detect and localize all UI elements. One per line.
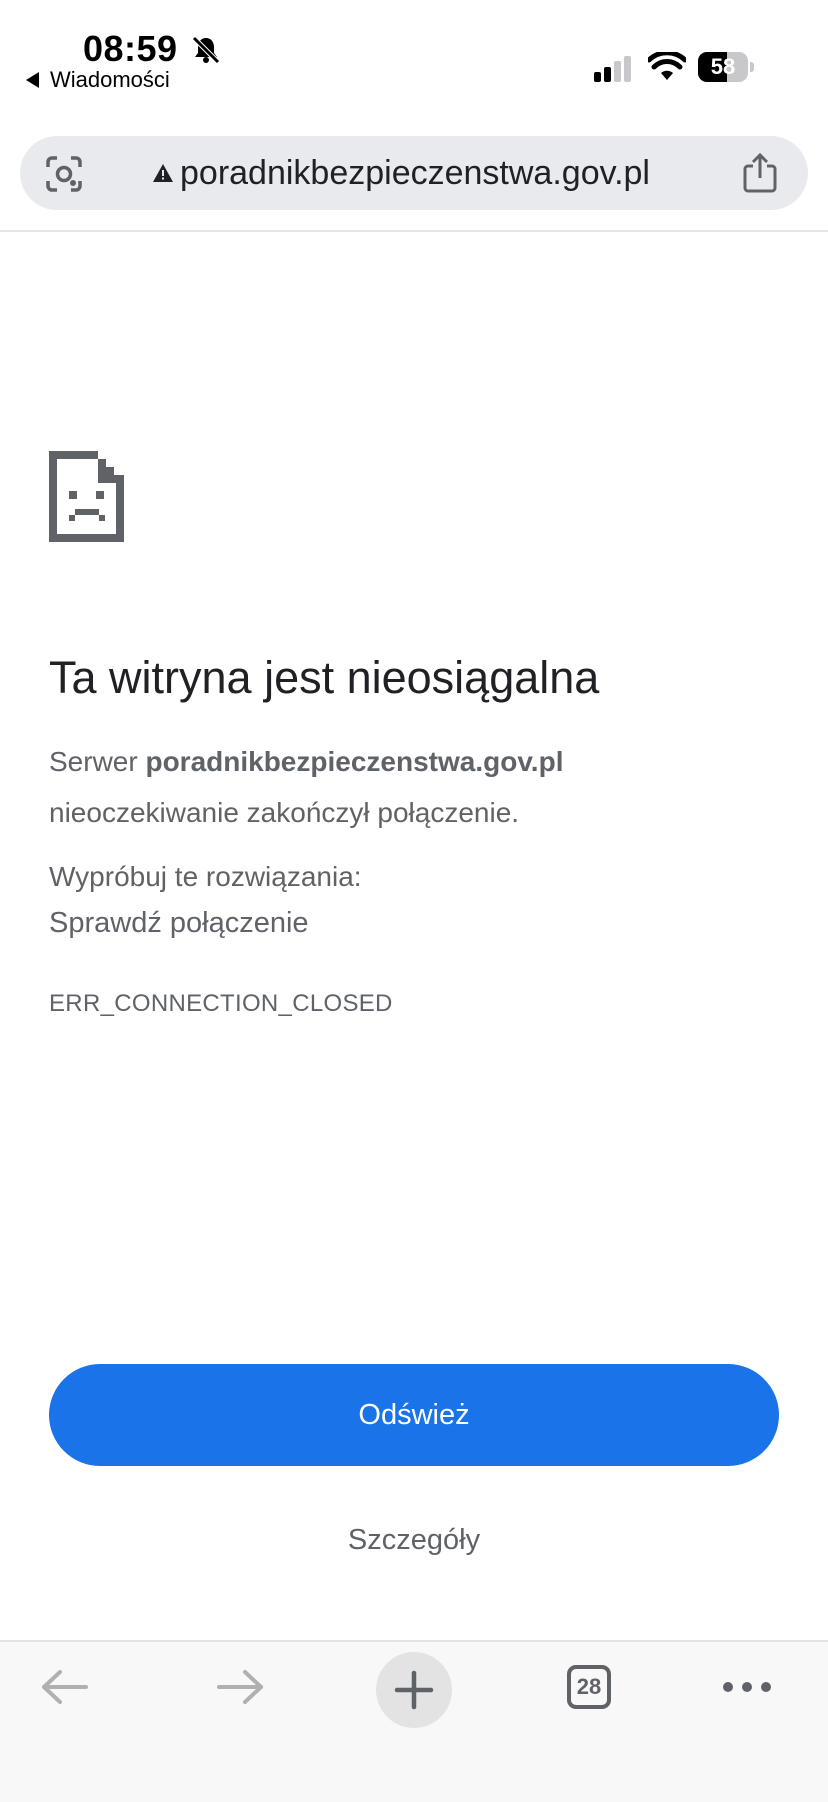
status-time: 08:59 <box>83 28 178 69</box>
tab-switcher-button[interactable]: 28 <box>554 1642 624 1732</box>
back-triangle-icon <box>26 72 39 88</box>
status-bar: 08:59 Wiadomości 58 <box>0 0 828 120</box>
battery-percent: 58 <box>710 54 736 79</box>
bell-slash-icon <box>192 36 220 64</box>
more-icon <box>723 1682 771 1692</box>
try-label: Wypróbuj te rozwiązania: <box>49 861 362 892</box>
new-tab-button[interactable] <box>376 1652 452 1728</box>
lens-icon[interactable] <box>44 154 84 194</box>
more-menu-button[interactable] <box>712 1642 782 1732</box>
tabs-icon: 28 <box>567 1665 611 1709</box>
forward-arrow-icon <box>217 1670 263 1704</box>
back-app-label: Wiadomości <box>50 67 170 92</box>
warning-icon[interactable] <box>152 162 174 184</box>
back-to-app-link[interactable]: Wiadomości <box>26 67 170 93</box>
server-prefix: Serwer <box>49 746 146 777</box>
bottom-toolbar: 28 <box>0 1640 828 1802</box>
back-button[interactable] <box>30 1642 100 1732</box>
suggestion-check-connection: Sprawdź połączenie <box>49 907 309 939</box>
details-button[interactable]: Szczegóły <box>0 1524 828 1557</box>
error-message-line2: nieoczekiwanie zakończył połączenie. <box>49 797 520 828</box>
back-arrow-icon <box>42 1670 88 1704</box>
battery-icon: 58 <box>698 52 756 82</box>
error-message-line1: Serwer poradnikbezpieczenstwa.gov.pl <box>49 746 563 778</box>
url-text[interactable]: poradnikbezpieczenstwa.gov.pl <box>180 154 650 193</box>
refresh-button[interactable]: Odśwież <box>49 1364 779 1466</box>
error-code: ERR_CONNECTION_CLOSED <box>49 990 393 1017</box>
address-bar[interactable]: poradnikbezpieczenstwa.gov.pl <box>20 136 808 210</box>
forward-button[interactable] <box>205 1642 275 1732</box>
share-icon[interactable] <box>740 152 780 194</box>
plus-icon <box>394 1670 434 1710</box>
wifi-icon <box>648 52 686 80</box>
error-title: Ta witryna jest nieosiągalna <box>49 652 600 703</box>
sad-page-icon <box>49 451 124 542</box>
signal-icon <box>594 56 631 82</box>
address-divider <box>0 230 828 232</box>
server-host: poradnikbezpieczenstwa.gov.pl <box>145 746 564 777</box>
